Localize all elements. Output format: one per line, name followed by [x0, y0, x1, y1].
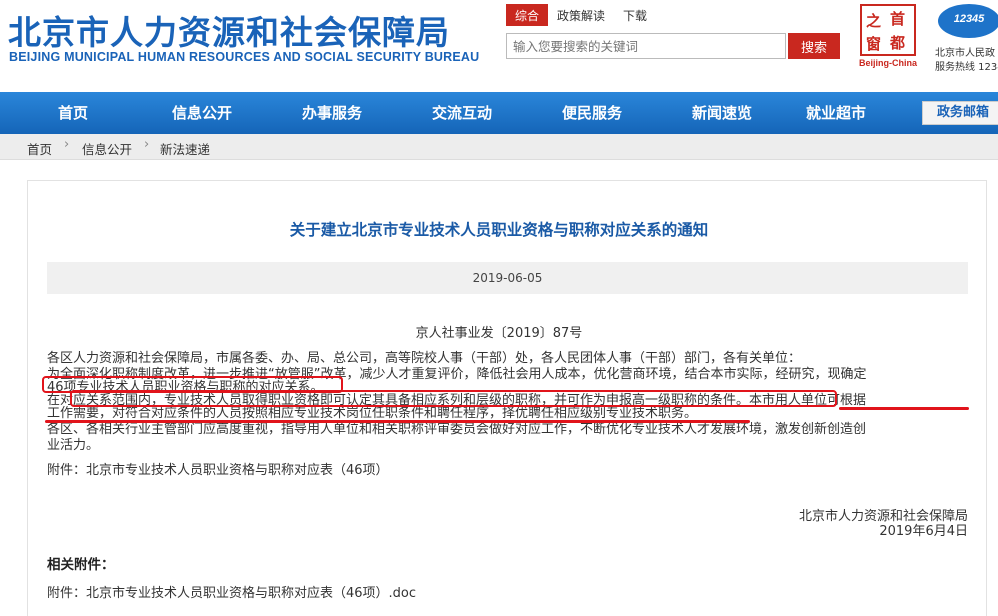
article-line: 各区、各相关行业主管部门应高度重视，指导用人单位和相关职称评审委员会做好对应工作… [47, 422, 867, 437]
attachment-link[interactable]: 附件：北京市专业技术人员职业资格与职称对应表（46项）.doc [47, 582, 416, 601]
chevron-right-icon: › [64, 137, 70, 152]
nav-jobs[interactable]: 就业超市 [806, 92, 866, 134]
hotline-12345[interactable]: 12345 北京市人民政 服务热线 1234 [930, 2, 998, 73]
breadcrumb-home[interactable]: 首页 [27, 139, 52, 158]
search-tab-general[interactable]: 综合 [506, 4, 549, 26]
search-tab-policy[interactable]: 政策解读 [548, 4, 614, 26]
beijing-seal-icon: 之 首 窗 都 [860, 4, 916, 56]
nav-home[interactable]: 首页 [58, 92, 88, 134]
site-logo-subtitle: BEIJING MUNICIPAL HUMAN RESOURCES AND SO… [9, 50, 480, 64]
nav-convenience[interactable]: 便民服务 [562, 92, 622, 134]
hotline-number-text: 服务热线 1234 [935, 62, 998, 73]
breadcrumb-new-laws[interactable]: 新法速递 [160, 139, 210, 158]
annotation-underline [45, 420, 750, 423]
nav-info-public[interactable]: 信息公开 [172, 92, 232, 134]
gov-mail-button[interactable]: 政务邮箱 [922, 101, 998, 125]
nav-news[interactable]: 新闻速览 [692, 92, 752, 134]
related-attachments-title: 相关附件： [47, 557, 115, 573]
article-line: 附件：北京市专业技术人员职业资格与职称对应表（46项） [47, 463, 389, 478]
article-line: 业活力。 [47, 438, 100, 453]
breadcrumb: 首页 › 信息公开 › 新法速递 [0, 134, 998, 160]
article-line: 各区人力资源和社会保障局，市属各委、办、局、总公司，高等院校人事（干部）处，各人… [47, 351, 802, 366]
main-nav: 首页 信息公开 办事服务 交流互动 便民服务 新闻速览 就业超市 [0, 92, 998, 134]
annotation-box [70, 390, 837, 407]
site-header: 北京市人力资源和社会保障局 BEIJING MUNICIPAL HUMAN RE… [0, 0, 998, 92]
search-tab-download[interactable]: 下载 [614, 4, 656, 26]
signature-date: 2019年6月4日 [879, 524, 968, 539]
nav-interaction[interactable]: 交流互动 [432, 92, 492, 134]
search-scope-tabs: 综合 政策解读 下载 [506, 4, 656, 26]
beijing-window-logo[interactable]: 之 首 窗 都 Beijing-China [859, 4, 917, 68]
nav-services[interactable]: 办事服务 [302, 92, 362, 134]
chevron-right-icon: › [144, 137, 150, 152]
site-logo-title[interactable]: 北京市人力资源和社会保障局 [8, 6, 450, 54]
search-input[interactable] [506, 33, 786, 59]
search-button[interactable]: 搜索 [788, 33, 840, 59]
hotline-label: 北京市人民政 [935, 48, 995, 59]
document-number: 京人社事业发〔2019〕87号 [415, 326, 583, 341]
hotline-badge-icon: 12345 [938, 4, 998, 38]
article-date: 2019-06-05 [47, 262, 968, 294]
annotation-underline [839, 407, 969, 410]
breadcrumb-info-public[interactable]: 信息公开 [82, 139, 132, 158]
article-title: 关于建立北京市专业技术人员职业资格与职称对应关系的通知 [289, 221, 709, 239]
beijing-window-caption: Beijing-China [859, 58, 917, 68]
